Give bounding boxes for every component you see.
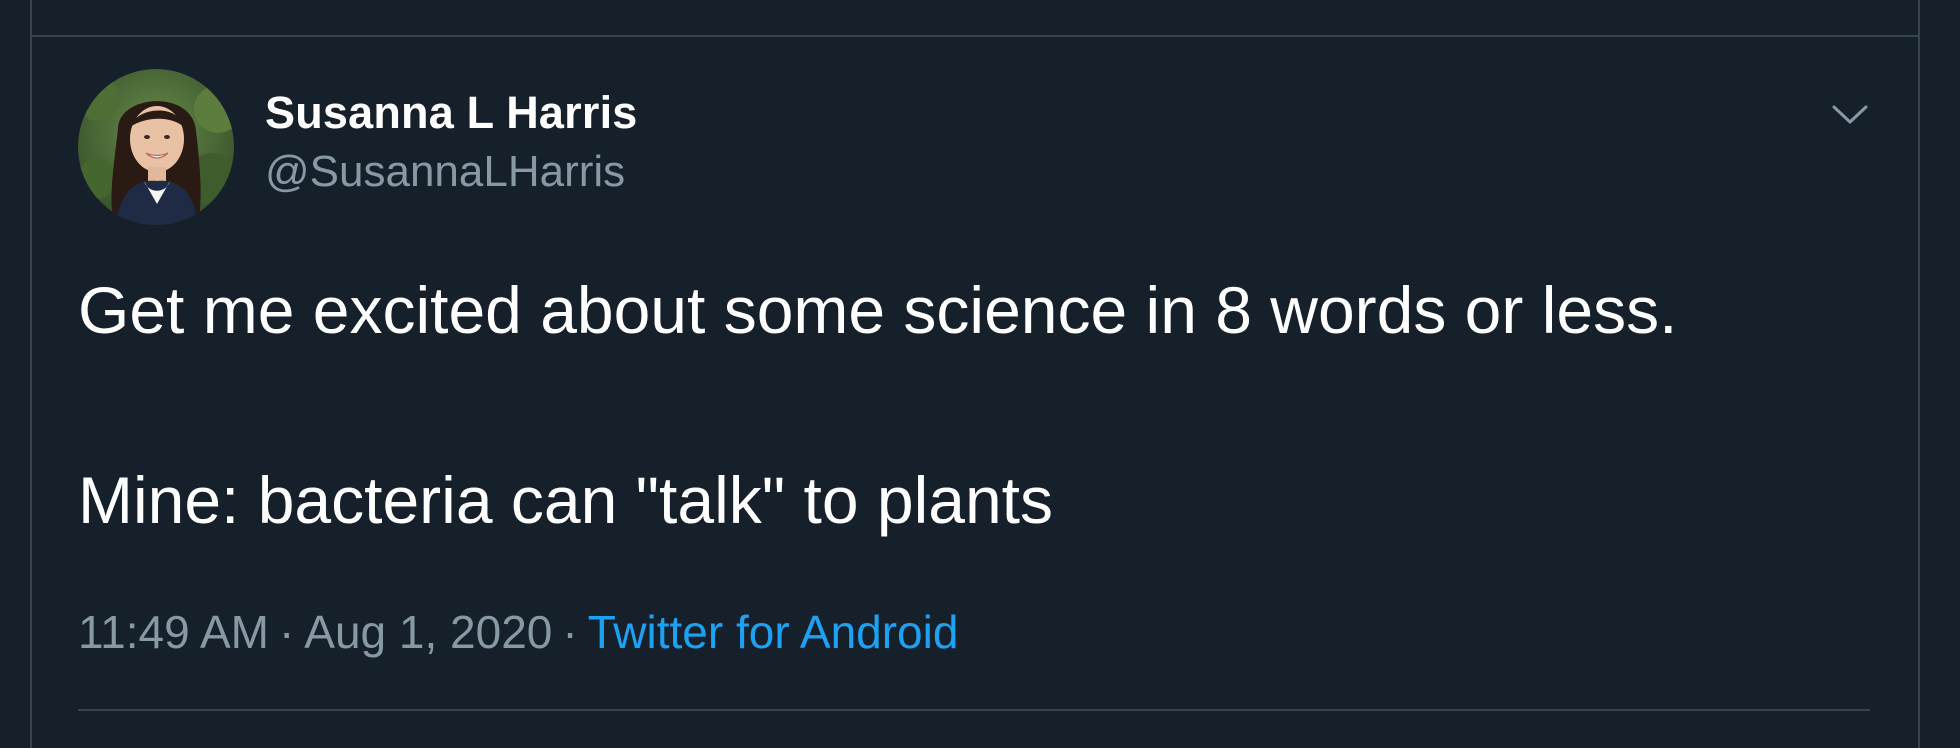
bottom-divider (78, 709, 1870, 711)
column-border-right (1918, 0, 1920, 748)
tweet-menu-button[interactable] (1824, 89, 1876, 141)
tweet-text-line: Get me excited about some science in 8 w… (78, 273, 1678, 347)
meta-separator: · (278, 606, 295, 658)
tweet-text: Get me excited about some science in 8 w… (78, 277, 1677, 533)
tweet: Susanna L Harris @SusannaLHarris Get me … (32, 37, 1918, 748)
tweet-source-link[interactable]: Twitter for Android (588, 606, 959, 658)
author-name[interactable]: Susanna L Harris (265, 87, 638, 139)
timeline-column: Susanna L Harris @SusannaLHarris Get me … (0, 0, 1960, 748)
tweet-date[interactable]: Aug 1, 2020 (304, 606, 552, 658)
chevron-down-icon (1832, 105, 1868, 124)
avatar-image (78, 69, 234, 225)
tweet-text-line: Mine: bacteria can "talk" to plants (78, 463, 1054, 537)
tweet-meta: 11:49 AM · Aug 1, 2020 · Twitter for Android (78, 605, 958, 659)
tweet-time[interactable]: 11:49 AM (78, 606, 269, 658)
author-handle[interactable]: @SusannaLHarris (265, 147, 625, 197)
avatar[interactable] (78, 69, 234, 225)
meta-separator: · (562, 606, 578, 658)
